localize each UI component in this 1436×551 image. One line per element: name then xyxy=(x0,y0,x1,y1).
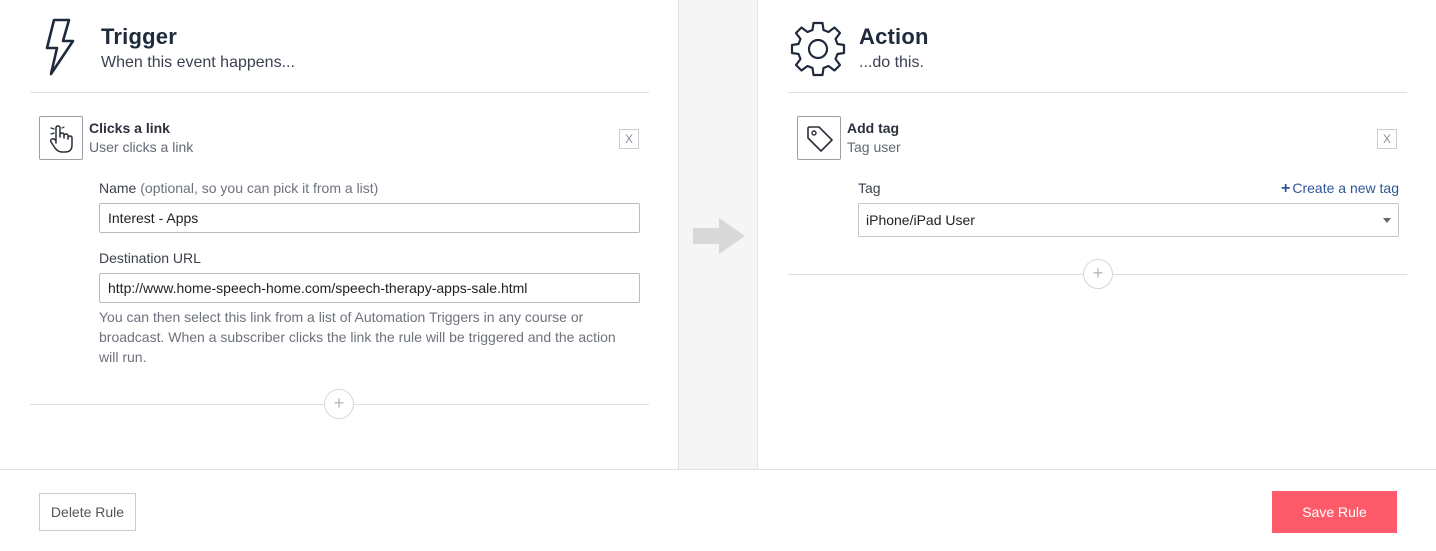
lightning-icon xyxy=(45,18,75,76)
delete-rule-button[interactable]: Delete Rule xyxy=(39,493,136,531)
action-card-icon-box xyxy=(797,116,841,160)
name-label-text: Name xyxy=(99,180,137,196)
destination-url-input[interactable] xyxy=(99,273,640,303)
action-subtitle: ...do this. xyxy=(859,54,924,71)
tag-field-label: Tag xyxy=(858,180,881,196)
arrow-column xyxy=(678,0,758,469)
add-action-button[interactable]: + xyxy=(1083,259,1113,289)
trigger-header: Trigger When this event happens... xyxy=(30,0,649,93)
name-field-label: Name (optional, so you can pick it from … xyxy=(99,180,378,196)
save-rule-button[interactable]: Save Rule xyxy=(1272,491,1397,533)
chevron-down-icon xyxy=(1383,218,1391,223)
trigger-card-title: Clicks a link xyxy=(89,120,170,136)
add-trigger-button[interactable]: + xyxy=(324,389,354,419)
trigger-panel: Trigger When this event happens... Click… xyxy=(0,0,678,469)
action-header: Action ...do this. xyxy=(788,0,1407,93)
action-panel: Action ...do this. Add tag Tag user X Ta… xyxy=(758,0,1436,469)
trigger-card-icon-box xyxy=(39,116,83,160)
name-input[interactable] xyxy=(99,203,640,233)
action-card-title: Add tag xyxy=(847,120,900,136)
create-new-tag-link[interactable]: + Create a new tag xyxy=(1281,180,1399,198)
tag-icon xyxy=(807,126,833,152)
action-card-subtitle: Tag user xyxy=(847,139,901,155)
plus-icon: + xyxy=(1281,180,1291,197)
gear-icon xyxy=(790,21,846,77)
action-close-button[interactable]: X xyxy=(1377,129,1397,149)
trigger-subtitle: When this event happens... xyxy=(101,54,295,71)
name-label-hint: (optional, so you can pick it from a lis… xyxy=(140,180,379,196)
create-new-tag-label: Create a new tag xyxy=(1292,180,1399,196)
footer-bar: Delete Rule Save Rule xyxy=(0,469,1436,551)
trigger-title: Trigger xyxy=(101,24,177,49)
trigger-close-button[interactable]: X xyxy=(619,129,639,149)
trigger-card-subtitle: User clicks a link xyxy=(89,139,194,155)
action-title: Action xyxy=(859,24,929,49)
pointer-hand-icon xyxy=(49,125,73,153)
url-field-label: Destination URL xyxy=(99,250,201,266)
trigger-help-text: You can then select this link from a lis… xyxy=(99,309,616,365)
tag-select-value: iPhone/iPad User xyxy=(866,212,975,228)
tag-select[interactable]: iPhone/iPad User xyxy=(858,203,1399,237)
arrow-right-icon xyxy=(693,218,745,254)
